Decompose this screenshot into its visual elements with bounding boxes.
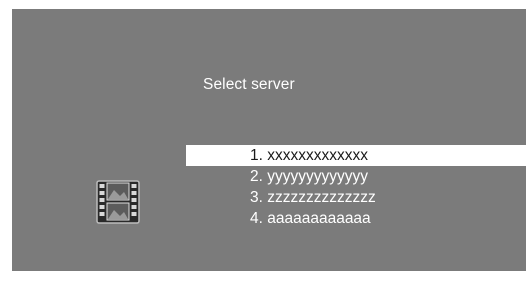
select-server-screen: Select server 1. xxxxxxxxxxxxx 2. yyyyyy… — [12, 9, 526, 271]
server-item-label: 2. yyyyyyyyyyyyy — [250, 168, 368, 185]
server-item-2[interactable]: 2. yyyyyyyyyyyyy — [186, 166, 526, 187]
server-item-3[interactable]: 3. zzzzzzzzzzzzzz — [186, 187, 526, 208]
server-item-label: 3. zzzzzzzzzzzzzz — [250, 189, 376, 206]
server-item-label: 1. xxxxxxxxxxxxx — [250, 147, 368, 164]
server-item-1[interactable]: 1. xxxxxxxxxxxxx — [186, 145, 526, 166]
page-title: Select server — [203, 76, 295, 93]
server-list: 1. xxxxxxxxxxxxx 2. yyyyyyyyyyyyy 3. zzz… — [186, 145, 526, 229]
server-item-label: 4. aaaaaaaaaaaa — [250, 210, 371, 227]
film-reel-icon — [96, 180, 142, 224]
server-item-4[interactable]: 4. aaaaaaaaaaaa — [186, 208, 526, 229]
